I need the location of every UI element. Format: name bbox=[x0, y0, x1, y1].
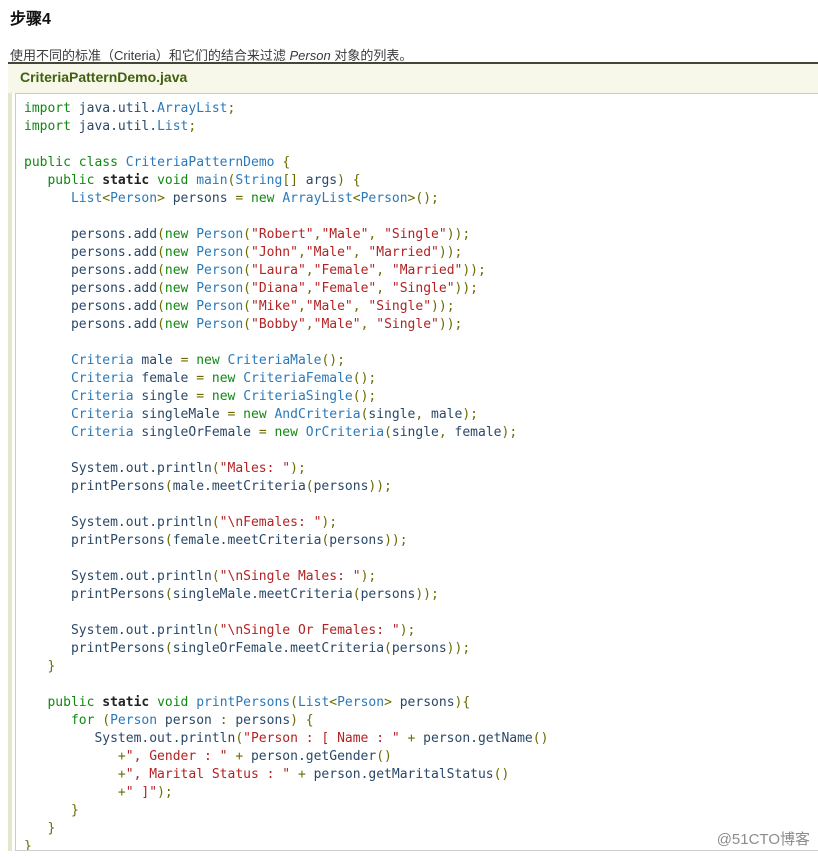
code-line: printPersons(singleMale.meetCriteria(per… bbox=[24, 586, 810, 604]
code-line: System.out.println("\nSingle Males: "); bbox=[24, 568, 810, 586]
code-line: public static void main(String[] args) { bbox=[24, 172, 810, 190]
code-line: persons.add(new Person("Bobby","Male", "… bbox=[24, 316, 810, 334]
code-line: persons.add(new Person("John","Male", "M… bbox=[24, 244, 810, 262]
code-line: System.out.println("\nFemales: "); bbox=[24, 514, 810, 532]
code-line bbox=[24, 208, 810, 226]
code-line: System.out.println("Males: "); bbox=[24, 460, 810, 478]
code-line bbox=[24, 604, 810, 622]
code-line bbox=[24, 442, 810, 460]
code-line bbox=[24, 496, 810, 514]
page-title: 步骤4 bbox=[0, 0, 818, 29]
code-line: import java.util.ArrayList; bbox=[24, 100, 810, 118]
code-line: +" ]"); bbox=[24, 784, 810, 802]
code-line bbox=[24, 136, 810, 154]
code-content: import java.util.ArrayList;import java.u… bbox=[15, 93, 818, 851]
description-text-after: 对象的列表。 bbox=[331, 48, 413, 63]
code-line: Criteria singleOrFemale = new OrCriteria… bbox=[24, 424, 810, 442]
description: 使用不同的标准（Criteria）和它们的结合来过滤 Person 对象的列表。 bbox=[0, 29, 818, 64]
code-line: } bbox=[24, 658, 810, 676]
code-body: import java.util.ArrayList;import java.u… bbox=[8, 93, 818, 851]
code-line: import java.util.List; bbox=[24, 118, 810, 136]
code-line: persons.add(new Person("Diana","Female",… bbox=[24, 280, 810, 298]
watermark: @51CTO博客 bbox=[717, 828, 810, 849]
code-line: } bbox=[24, 802, 810, 820]
code-line bbox=[24, 676, 810, 694]
code-line: List<Person> persons = new ArrayList<Per… bbox=[24, 190, 810, 208]
code-line: printPersons(singleOrFemale.meetCriteria… bbox=[24, 640, 810, 658]
description-text: 使用不同的标准（Criteria）和它们的结合来过滤 bbox=[10, 48, 290, 63]
code-line: Criteria female = new CriteriaFemale(); bbox=[24, 370, 810, 388]
code-line: persons.add(new Person("Mike","Male", "S… bbox=[24, 298, 810, 316]
code-line: persons.add(new Person("Laura","Female",… bbox=[24, 262, 810, 280]
code-line: +", Marital Status : " + person.getMarit… bbox=[24, 766, 810, 784]
code-line: Criteria single = new CriteriaSingle(); bbox=[24, 388, 810, 406]
code-line: +", Gender : " + person.getGender() bbox=[24, 748, 810, 766]
code-line: public class CriteriaPatternDemo { bbox=[24, 154, 810, 172]
code-filename: CriteriaPatternDemo.java bbox=[8, 64, 818, 91]
code-line: printPersons(male.meetCriteria(persons))… bbox=[24, 478, 810, 496]
code-line: } bbox=[24, 820, 810, 838]
code-line: Criteria singleMale = new AndCriteria(si… bbox=[24, 406, 810, 424]
description-person-emphasis: Person bbox=[290, 48, 331, 63]
code-line: System.out.println("Person : [ Name : " … bbox=[24, 730, 810, 748]
code-line: } bbox=[24, 838, 810, 851]
code-line: persons.add(new Person("Robert","Male", … bbox=[24, 226, 810, 244]
code-line: printPersons(female.meetCriteria(persons… bbox=[24, 532, 810, 550]
code-line: for (Person person : persons) { bbox=[24, 712, 810, 730]
code-block: CriteriaPatternDemo.java import java.uti… bbox=[8, 62, 818, 851]
code-line bbox=[24, 334, 810, 352]
code-line bbox=[24, 550, 810, 568]
code-line: System.out.println("\nSingle Or Females:… bbox=[24, 622, 810, 640]
code-line: Criteria male = new CriteriaMale(); bbox=[24, 352, 810, 370]
code-line: public static void printPersons(List<Per… bbox=[24, 694, 810, 712]
